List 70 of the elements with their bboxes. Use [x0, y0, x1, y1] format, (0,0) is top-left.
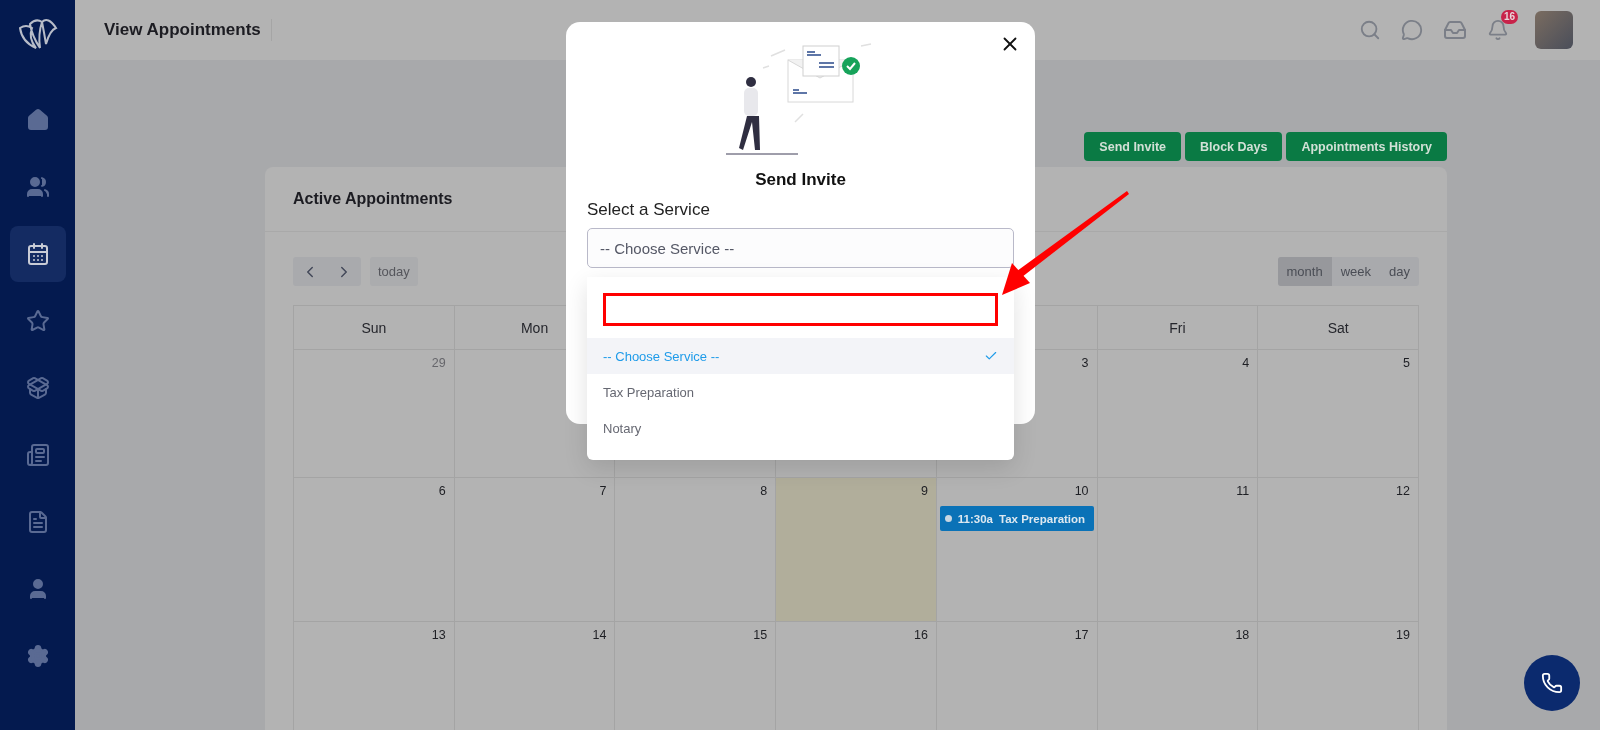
calendar-icon: [25, 242, 50, 266]
day-number: 11: [1236, 484, 1251, 498]
calendar-day-cell[interactable]: 14: [454, 622, 616, 730]
list-icon: [25, 443, 50, 467]
calendar-day-cell[interactable]: 7: [454, 478, 616, 622]
view-tab[interactable]: day: [1380, 257, 1419, 286]
calendar-day-cell[interactable]: 9: [776, 478, 937, 622]
chat-icon[interactable]: [1401, 19, 1423, 41]
day-number: 12: [1396, 484, 1411, 498]
day-number: 17: [1074, 628, 1090, 642]
card-title: Active Appointments: [293, 190, 453, 208]
notification-badge: 16: [1500, 10, 1518, 24]
phone-icon: [1541, 672, 1563, 694]
day-number: 19: [1396, 628, 1411, 642]
users-icon: [25, 175, 50, 199]
day-number: 3: [1081, 356, 1090, 370]
day-number: 29: [431, 356, 447, 370]
day-number: 7: [599, 484, 608, 498]
calendar-day-cell[interactable]: 12: [1258, 478, 1419, 622]
weekday-header: Mon: [520, 319, 549, 336]
box-icon: [25, 376, 50, 400]
check-icon: [984, 349, 998, 363]
dialog-title: Send Invite: [754, 170, 847, 190]
calendar-day-cell[interactable]: 13: [294, 622, 455, 730]
action-button[interactable]: Send Invite: [1084, 132, 1182, 161]
event-title: Tax Preparation: [999, 512, 1086, 525]
dropdown-option[interactable]: Tax Preparation: [587, 374, 1014, 410]
sidebar-item[interactable]: [9, 226, 66, 282]
calendar-day-cell[interactable]: 16: [776, 622, 937, 730]
calendar-day-cell[interactable]: 11: [1097, 478, 1259, 622]
inbox-icon[interactable]: [1443, 18, 1467, 42]
search-icon[interactable]: [1359, 19, 1381, 41]
calendar-day-cell[interactable]: 18: [1097, 622, 1259, 730]
weekday-header: Fri: [1169, 319, 1186, 336]
event-dot: [944, 515, 952, 522]
day-number: 9: [920, 484, 929, 498]
day-number: 14: [592, 628, 608, 642]
bell-icon[interactable]: [1487, 19, 1509, 41]
day-number: 13: [431, 628, 447, 642]
calendar-day-cell[interactable]: 5: [1258, 350, 1419, 478]
view-tab[interactable]: week: [1331, 257, 1381, 286]
settings-icon: [25, 644, 50, 668]
avatar-photo-placeholder[interactable]: [1535, 11, 1573, 49]
page-title: View Appointments: [104, 19, 272, 41]
day-number: 10: [1074, 484, 1090, 498]
day-number: 4: [1242, 356, 1251, 370]
calendar-day-cell[interactable]: 10 11:30a Tax Preparation: [936, 478, 1098, 622]
star-icon: [25, 309, 50, 333]
calendar-day-cell[interactable]: 6: [294, 478, 455, 622]
day-number: 8: [760, 484, 769, 498]
action-button[interactable]: Appointments History: [1286, 132, 1447, 161]
day-number: 5: [1403, 356, 1411, 370]
day-number: 16: [913, 628, 929, 642]
weekday-header: Sat: [1327, 319, 1349, 336]
home-icon: [25, 108, 50, 132]
weekday-header: Sun: [361, 319, 387, 336]
action-button[interactable]: Block Days: [1185, 132, 1283, 161]
dropdown-option[interactable]: Notary: [587, 410, 1014, 446]
calendar-day-cell[interactable]: 4: [1097, 350, 1259, 478]
event-chip[interactable]: 11:30a Tax Preparation: [939, 506, 1094, 531]
calendar-day-cell[interactable]: 15: [615, 622, 777, 730]
event-time: 11:30a: [957, 512, 994, 525]
field-label: Select a Service: [587, 200, 711, 220]
day-number: 18: [1235, 628, 1251, 642]
calendar-day-cell[interactable]: 17: [936, 622, 1098, 730]
day-number: 6: [438, 484, 447, 498]
day-number: 15: [753, 628, 769, 642]
phone-button[interactable]: [1524, 655, 1580, 711]
calendar-day-cell[interactable]: 19: [1258, 622, 1419, 730]
service-select[interactable]: -- Choose Service --: [587, 228, 1014, 268]
